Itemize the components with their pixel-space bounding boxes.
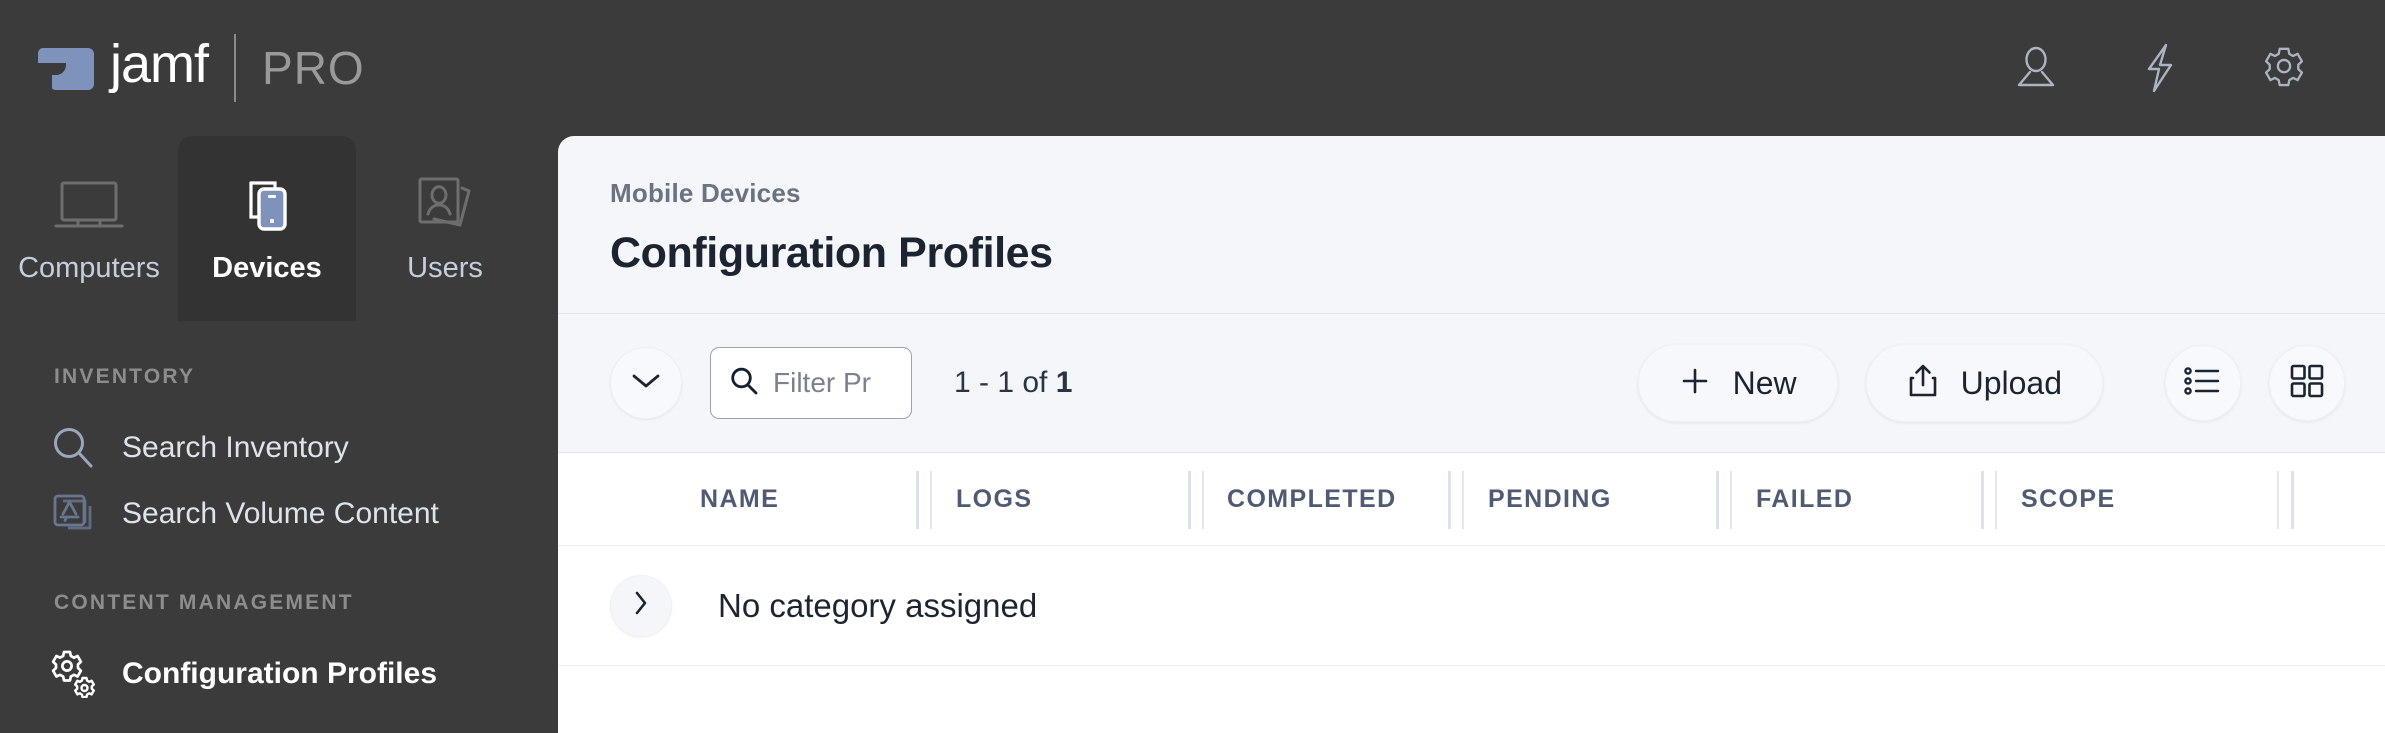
column-resizer[interactable] [1981,471,1984,529]
lightning-icon[interactable] [2137,43,2183,93]
profiles-table: NAME LOGS COMPLETED PENDING FAILED SCOPE [558,453,2385,733]
column-resizer[interactable] [1448,471,1451,529]
mobile-devices-icon [235,164,299,246]
view-toggle-group [2165,345,2345,421]
sidebar-section-inventory: INVENTORY [54,365,196,388]
gears-icon [50,650,108,698]
app-store-stack-icon [50,491,108,537]
list-view-button[interactable] [2165,345,2241,421]
tab-computers-label: Computers [18,252,160,284]
result-count: 1 - 1 of 1 [954,366,1072,400]
column-header-completed[interactable]: COMPLETED [1227,485,1397,514]
tab-users[interactable]: Users [356,136,534,321]
gear-icon[interactable] [2261,45,2307,91]
toolbar-actions: New Upload [1637,344,2345,422]
result-count-total: 1 [1055,366,1073,399]
user-icon[interactable] [2013,45,2059,91]
expand-group-button[interactable] [610,574,672,637]
search-icon [729,366,759,401]
filter-input-placeholder: Filter Pr [773,367,871,398]
table-header-row: NAME LOGS COMPLETED PENDING FAILED SCOPE [558,453,2385,546]
upload-button[interactable]: Upload [1865,344,2103,422]
upload-button-label: Upload [1960,364,2062,401]
sidebar-item-search-inventory[interactable]: Search Inventory [0,415,558,481]
brand-divider [234,34,237,102]
page-header: Mobile Devices Configuration Profiles [558,136,2385,313]
sidebar-item-search-volume-content[interactable]: Search Volume Content [0,481,558,547]
primary-tabs: Computers Devices Users [0,136,558,321]
sidebar-item-label: Search Inventory [122,431,349,464]
magnifier-icon [50,425,108,471]
sidebar: Computers Devices Users INVENTORY Search… [0,136,558,733]
chevron-down-icon [631,372,661,395]
list-view-icon [2184,365,2222,402]
column-header-logs[interactable]: LOGS [956,485,1032,514]
laptop-icon [54,164,124,246]
grid-view-icon [2290,364,2324,403]
group-row-label: No category assigned [718,586,1038,624]
column-header-scope[interactable]: SCOPE [2021,485,2116,514]
sidebar-item-label: Search Volume Content [122,497,439,530]
tab-devices[interactable]: Devices [178,136,356,321]
brand-name: jamf [110,34,209,94]
column-resizer[interactable] [1995,471,1997,529]
column-resizer[interactable] [916,471,919,529]
top-bar: jamf PRO [0,0,2385,136]
tab-computers[interactable]: Computers [0,136,178,321]
sidebar-item-label: Configuration Profiles [122,657,437,690]
upload-icon [1907,363,1939,404]
column-header-failed[interactable]: FAILED [1756,485,1853,514]
users-cards-icon [412,164,478,246]
content-panel: Mobile Devices Configuration Profiles Fi… [558,136,2385,733]
jamf-logo-mark [36,42,94,94]
table-row[interactable]: No category assigned [558,546,2385,666]
new-button[interactable]: New [1637,344,1838,422]
column-header-name[interactable]: NAME [700,485,779,514]
column-resizer[interactable] [1462,471,1464,529]
column-resizer[interactable] [1188,471,1191,529]
jamf-pro-app: jamf PRO Computers Devices Users INVENTO… [0,0,2385,733]
column-resizer[interactable] [2291,471,2294,529]
column-resizer[interactable] [1730,471,1732,529]
sidebar-item-configuration-profiles[interactable]: Configuration Profiles [0,641,558,707]
sidebar-section-content-management: CONTENT MANAGEMENT [54,591,354,614]
tab-devices-label: Devices [212,252,322,284]
filter-input[interactable]: Filter Pr [710,347,912,419]
column-header-pending[interactable]: PENDING [1488,485,1612,514]
collapse-all-button[interactable] [610,347,682,419]
column-resizer[interactable] [2277,471,2279,529]
page-title: Configuration Profiles [610,229,1053,277]
brand-edition: PRO [262,42,365,94]
top-bar-actions [2013,43,2307,93]
tab-users-label: Users [407,252,483,284]
grid-view-button[interactable] [2269,345,2345,421]
brand-logo[interactable]: jamf PRO [36,34,365,102]
column-resizer[interactable] [930,471,932,529]
column-resizer[interactable] [1716,471,1719,529]
plus-icon [1679,365,1711,402]
column-resizer[interactable] [1202,471,1204,529]
chevron-right-icon [633,590,649,621]
new-button-label: New [1732,364,1797,401]
breadcrumb[interactable]: Mobile Devices [610,178,2385,209]
result-count-prefix: 1 - 1 of [954,366,1056,399]
toolbar: Filter Pr 1 - 1 of 1 New Upload [558,313,2385,453]
